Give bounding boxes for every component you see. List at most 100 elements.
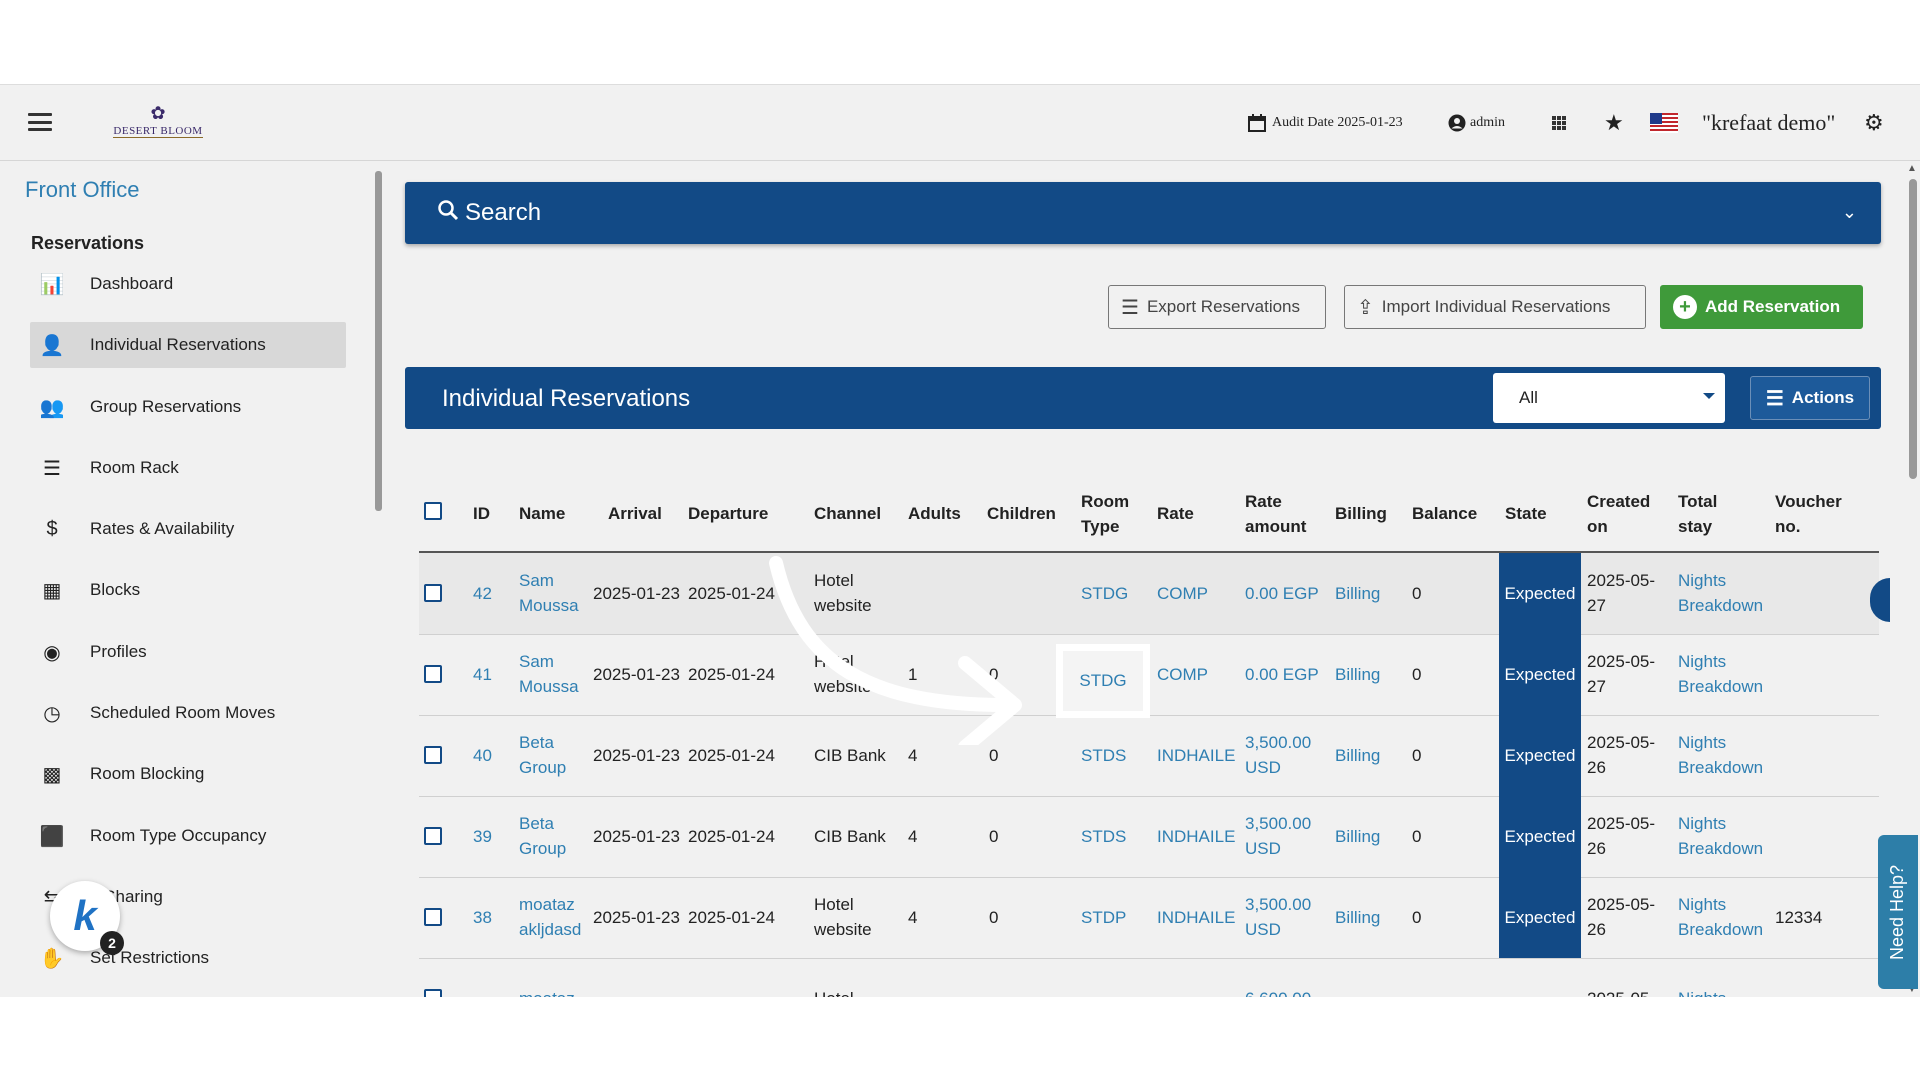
tutorial-arrow (769, 556, 1022, 745)
cell-rate[interactable]: COMP (1157, 581, 1208, 606)
search-panel-header[interactable]: Search ⌄ (405, 182, 1881, 244)
assistant-launcher[interactable]: k 2 (50, 881, 124, 955)
select-all-checkbox[interactable] (424, 502, 442, 520)
chevron-down-icon[interactable]: ⌄ (1842, 202, 1857, 223)
header-name[interactable]: Name (519, 501, 565, 526)
cell-amount[interactable]: 0.00 EGP (1245, 581, 1319, 606)
table-row[interactable]: 42 Sam Moussa 2025-01-23 2025-01-24 Hotel webs… (419, 553, 1879, 635)
apps-button[interactable] (1552, 85, 1566, 160)
filter-select[interactable]: All (1493, 373, 1725, 423)
header-balance[interactable]: Balance (1412, 501, 1477, 526)
sidebar-item-dashboard[interactable]: 📊 Dashboard (30, 261, 346, 307)
table-row[interactable]: moataz Hotel 6,600.00 2025-05- Nights (419, 958, 1879, 997)
cell-billing[interactable]: Billing (1335, 581, 1380, 606)
cell-amount[interactable]: 3,500.00 USD (1245, 892, 1311, 942)
sidebar-item-room-blocking[interactable]: ▩ Room Blocking (30, 751, 346, 797)
cell-id[interactable]: 39 (473, 824, 492, 849)
header-state[interactable]: State (1505, 501, 1547, 526)
cell-total[interactable]: Nights (1678, 986, 1726, 997)
sidebar-item-room-type-occupancy[interactable]: ⬛ Room Type Occupancy (30, 813, 346, 859)
cell-id[interactable]: 41 (473, 662, 492, 687)
sidebar-item-group-reservations[interactable]: 👥 Group Reservations (30, 384, 346, 430)
cell-room-type[interactable]: STDG (1081, 581, 1128, 606)
header-total-stay[interactable]: Total stay (1678, 489, 1717, 539)
settings-gear-icon[interactable]: ⚙ (1864, 85, 1884, 160)
cell-total[interactable]: Nights Breakdown (1678, 568, 1763, 618)
cell-rate[interactable]: COMP (1157, 662, 1208, 687)
table-row[interactable]: 40 Beta Group 2025-01-23 2025-01-24 CIB Bank 4… (419, 715, 1879, 797)
header-adults[interactable]: Adults (908, 501, 961, 526)
cell-name[interactable]: moataz (519, 986, 575, 997)
header-room-type[interactable]: Room Type (1081, 489, 1129, 539)
cell-name[interactable]: Sam Moussa (519, 568, 579, 618)
sidebar-item-room-rack[interactable]: ☰ Room Rack (30, 445, 346, 491)
favorites-star-icon[interactable]: ★ (1604, 85, 1624, 160)
row-checkbox[interactable] (424, 584, 442, 602)
sidebar-item-label: Individual Reservations (90, 335, 266, 354)
row-checkbox[interactable] (424, 989, 442, 997)
header-voucher[interactable]: Voucher no. (1775, 489, 1842, 539)
cell-total[interactable]: Nights Breakdown (1678, 892, 1763, 942)
export-reservations-button[interactable]: ☰ Export Reservations (1108, 285, 1326, 329)
header-departure[interactable]: Departure (688, 501, 768, 526)
cell-billing[interactable]: Billing (1335, 743, 1380, 768)
menu-icon[interactable] (28, 113, 52, 131)
cell-id[interactable]: 38 (473, 905, 492, 930)
cell-total[interactable]: Nights Breakdown (1678, 811, 1763, 861)
actions-button[interactable]: ☰ Actions (1750, 376, 1870, 420)
cell-rate[interactable]: INDHAILE (1157, 743, 1235, 768)
cell-id[interactable]: 42 (473, 581, 492, 606)
row-checkbox[interactable] (424, 665, 442, 683)
cell-room-type[interactable]: STDS (1081, 824, 1126, 849)
logo[interactable]: ✿ DESERT BLOOM (88, 104, 228, 141)
header-billing[interactable]: Billing (1335, 501, 1387, 526)
cell-id[interactable]: 40 (473, 743, 492, 768)
sidebar-scrollbar[interactable] (375, 171, 382, 511)
table-row[interactable]: 41 Sam Moussa 2025-01-23 2025-01-24 Hotel webs… (419, 634, 1879, 716)
sidebar-item-rates-availability[interactable]: $ Rates & Availability (30, 506, 346, 552)
sidebar-item-individual-reservations[interactable]: 👤 Individual Reservations (30, 322, 346, 368)
table-row[interactable]: 38 moataz akljdasd 2025-01-23 2025-01-24 Hote… (419, 877, 1879, 959)
header-rate[interactable]: Rate (1157, 501, 1194, 526)
cell-room-type[interactable]: STDP (1081, 905, 1126, 930)
sidebar-item-scheduled-room-moves[interactable]: ◷ Scheduled Room Moves (30, 690, 346, 736)
user-menu[interactable]: admin (1448, 85, 1505, 160)
audit-date[interactable]: Audit Date 2025-01-23 (1248, 85, 1403, 160)
hotel-name[interactable]: "krefaat demo" (1702, 85, 1835, 160)
sidebar-title[interactable]: Front Office (25, 177, 140, 203)
row-checkbox[interactable] (424, 827, 442, 845)
header-rate-amount[interactable]: Rate amount (1245, 489, 1306, 539)
cell-amount[interactable]: 0.00 EGP (1245, 662, 1319, 687)
cell-total[interactable]: Nights Breakdown (1678, 730, 1763, 780)
row-checkbox[interactable] (424, 908, 442, 926)
cell-name[interactable]: moataz akljdasd (519, 892, 581, 942)
sidebar-item-profiles[interactable]: ◉ Profiles (30, 629, 346, 675)
cell-name[interactable]: Beta Group (519, 730, 566, 780)
language-flag-icon[interactable] (1650, 85, 1678, 160)
row-checkbox[interactable] (424, 746, 442, 764)
cell-room-type[interactable]: STDS (1081, 743, 1126, 768)
cell-amount[interactable]: 6,600.00 (1245, 986, 1311, 997)
table-row[interactable]: 39 Beta Group 2025-01-23 2025-01-24 CIB Bank 4… (419, 796, 1879, 878)
cell-billing[interactable]: Billing (1335, 662, 1380, 687)
header-id[interactable]: ID (473, 501, 490, 526)
cell-amount[interactable]: 3,500.00 USD (1245, 811, 1311, 861)
header-created-on[interactable]: Created on (1587, 489, 1650, 539)
add-reservation-button[interactable]: + Add Reservation (1660, 285, 1863, 329)
highlighted-room-type-cell[interactable]: STDG (1057, 645, 1149, 717)
cell-rate[interactable]: INDHAILE (1157, 824, 1235, 849)
header-channel[interactable]: Channel (814, 501, 881, 526)
cell-total[interactable]: Nights Breakdown (1678, 649, 1763, 699)
cell-rate[interactable]: INDHAILE (1157, 905, 1235, 930)
cell-name[interactable]: Sam Moussa (519, 649, 579, 699)
cell-amount[interactable]: 3,500.00 USD (1245, 730, 1311, 780)
top-bar: ✿ DESERT BLOOM Audit Date 2025-01-23 adm… (0, 85, 1920, 161)
header-children[interactable]: Children (987, 501, 1056, 526)
import-reservations-button[interactable]: ⇪ Import Individual Reservations (1344, 285, 1646, 329)
sidebar-item-blocks[interactable]: ▦ Blocks (30, 567, 346, 613)
need-help-tab[interactable]: Need Help? (1878, 835, 1918, 989)
cell-billing[interactable]: Billing (1335, 905, 1380, 930)
cell-billing[interactable]: Billing (1335, 824, 1380, 849)
header-arrival[interactable]: Arrival (608, 501, 662, 526)
cell-name[interactable]: Beta Group (519, 811, 566, 861)
